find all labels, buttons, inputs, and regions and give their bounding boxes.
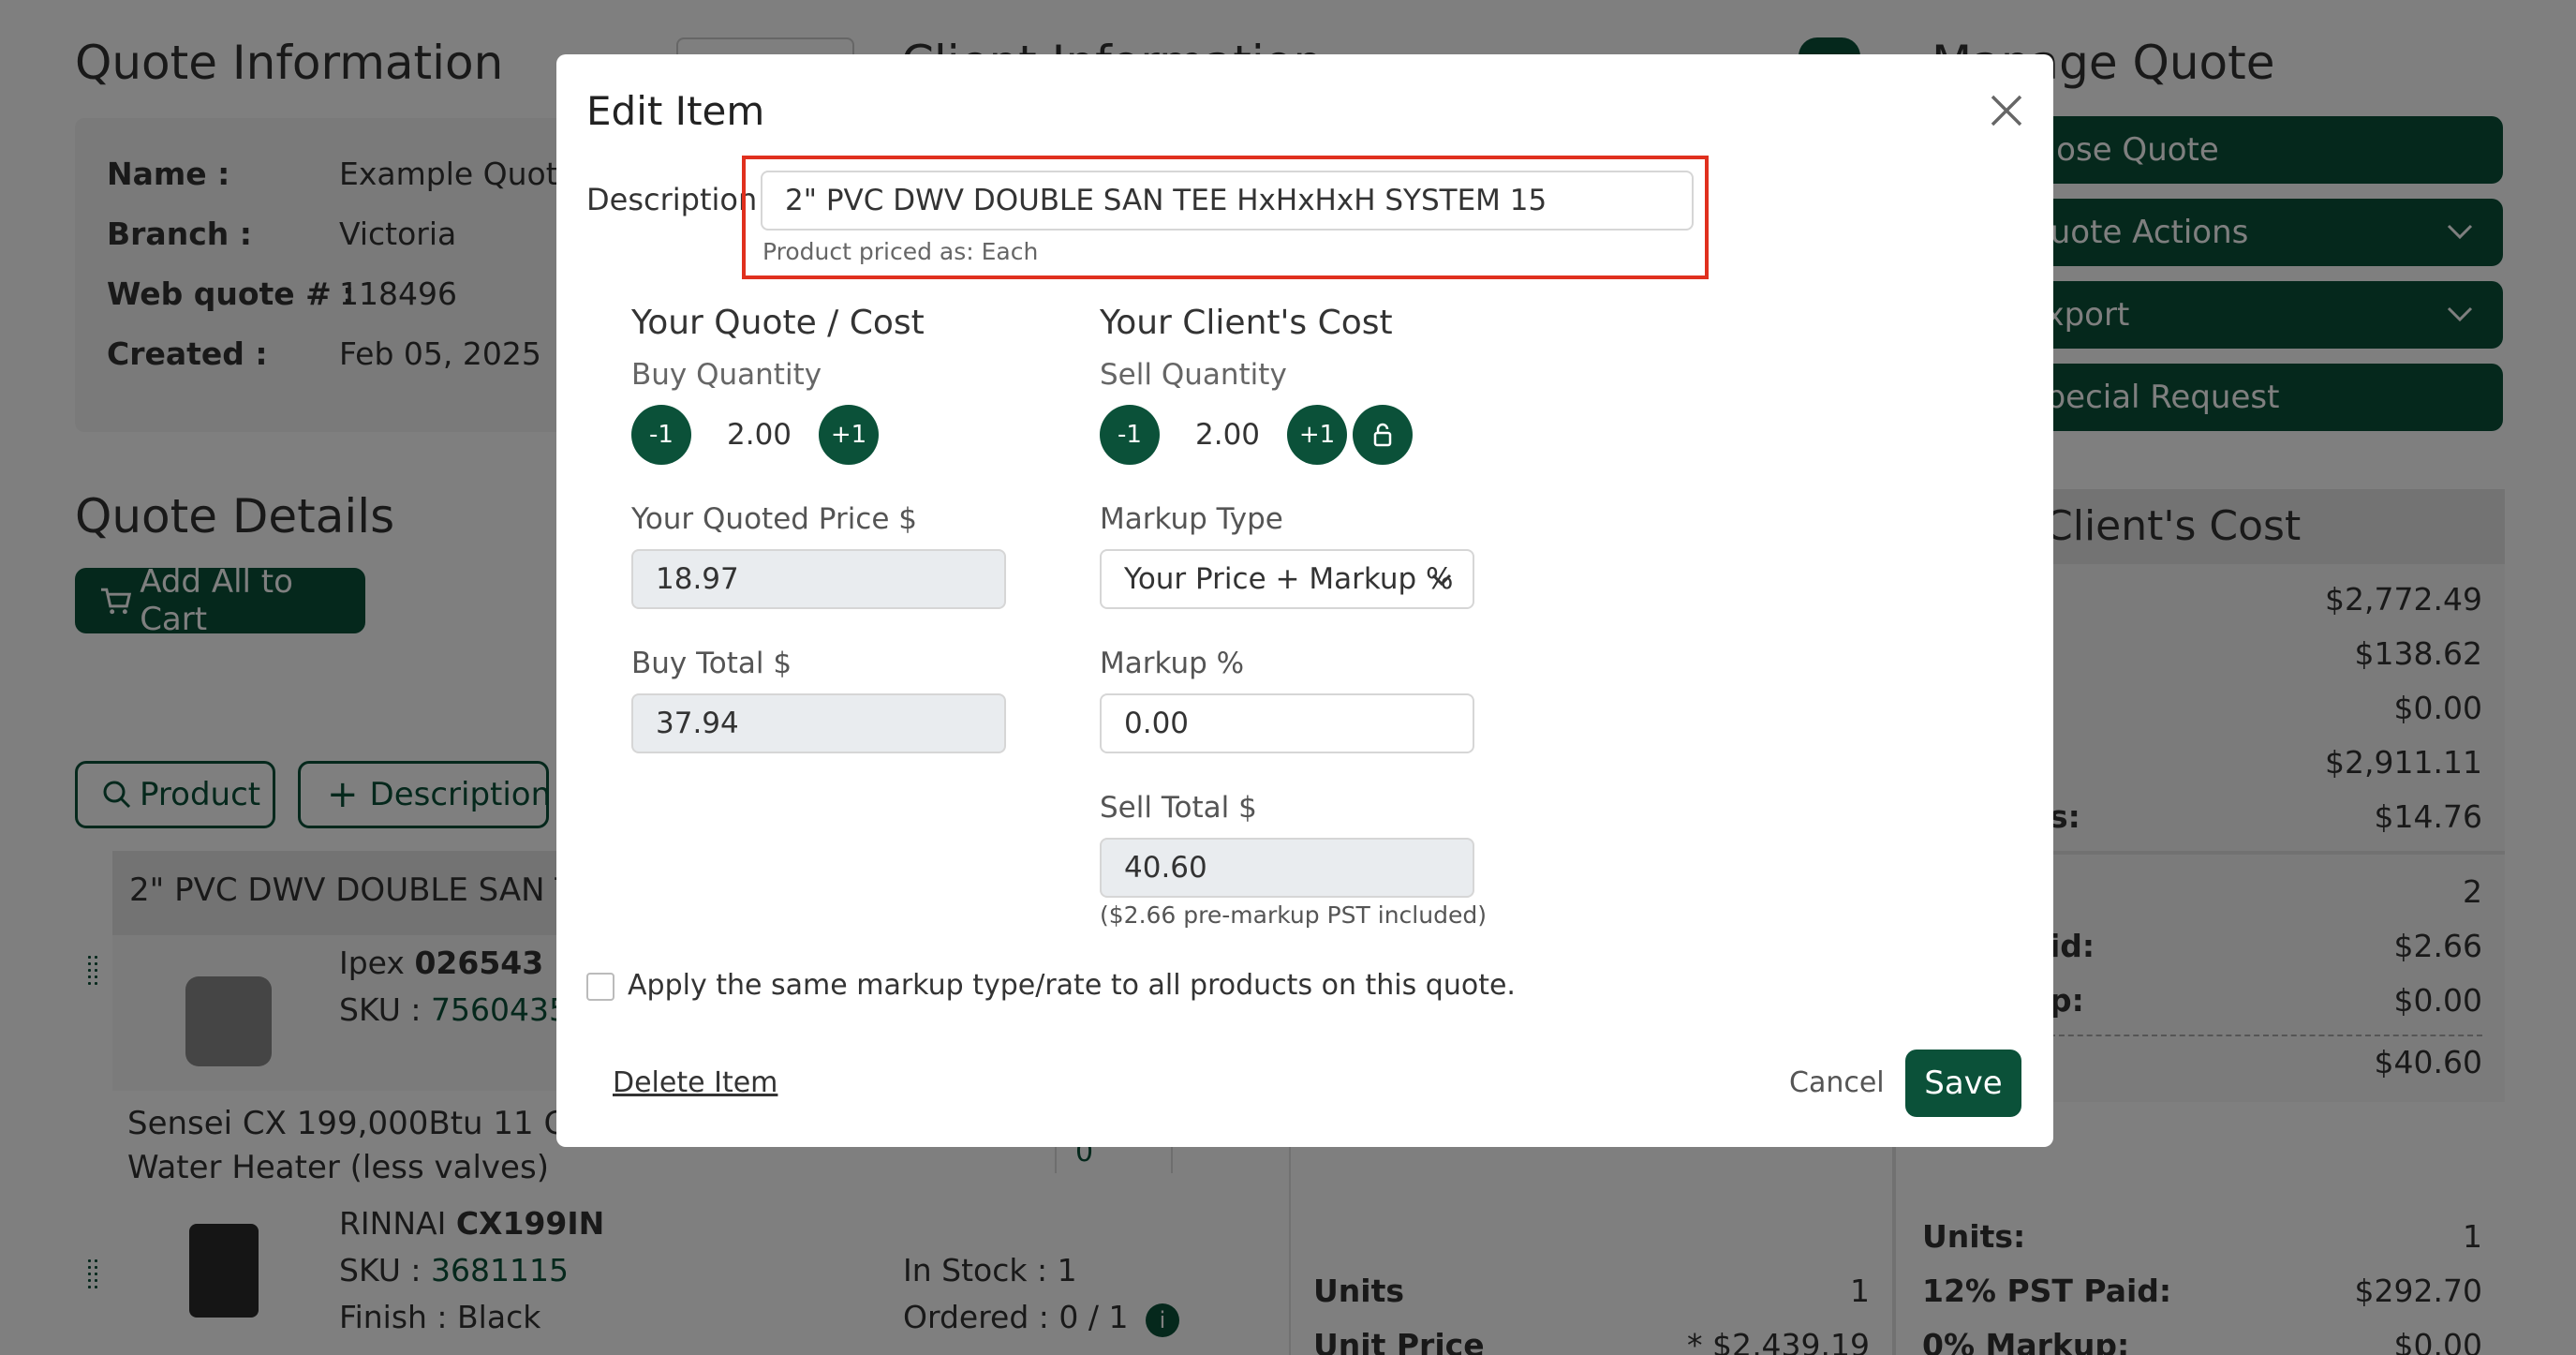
priced-as-note: Product priced as: Each bbox=[762, 238, 1039, 265]
apply-markup-label: Apply the same markup type/rate to all p… bbox=[628, 969, 1516, 1002]
buy-minus-button[interactable]: -1 bbox=[631, 405, 691, 465]
description-label: Description bbox=[586, 182, 758, 217]
description-input[interactable]: 2" PVC DWV DOUBLE SAN TEE HxHxHxH SYSTEM… bbox=[761, 171, 1694, 231]
buy-quantity-value[interactable]: 2.00 bbox=[727, 418, 792, 452]
sell-total-input: 40.60 bbox=[1100, 838, 1474, 898]
markup-type-select[interactable]: Your Price + Markup % bbox=[1100, 549, 1474, 609]
apply-markup-checkbox[interactable] bbox=[586, 973, 614, 1001]
buy-quantity-label: Buy Quantity bbox=[631, 358, 822, 392]
lock-icon bbox=[1373, 423, 1392, 447]
sell-total-note: ($2.66 pre-markup PST included) bbox=[1100, 901, 1487, 929]
modal-title: Edit Item bbox=[586, 88, 765, 134]
sell-plus-button[interactable]: +1 bbox=[1287, 405, 1347, 465]
close-icon[interactable] bbox=[1990, 94, 2023, 127]
buy-total-label: Buy Total $ bbox=[631, 647, 792, 680]
quoted-price-input[interactable]: 18.97 bbox=[631, 549, 1006, 609]
cancel-button[interactable]: Cancel bbox=[1789, 1066, 1885, 1099]
sell-quantity-label: Sell Quantity bbox=[1100, 358, 1287, 392]
edit-item-modal: Edit Item Description 2" PVC DWV DOUBLE … bbox=[556, 54, 2053, 1147]
markup-pct-input[interactable]: 0.00 bbox=[1100, 693, 1474, 753]
save-button[interactable]: Save bbox=[1905, 1050, 2021, 1117]
chevron-down-icon bbox=[1431, 573, 1452, 587]
sell-quantity-value[interactable]: 2.00 bbox=[1195, 418, 1260, 452]
lock-button[interactable] bbox=[1353, 405, 1413, 465]
buy-plus-button[interactable]: +1 bbox=[819, 405, 879, 465]
markup-pct-label: Markup % bbox=[1100, 647, 1245, 680]
buy-total-input: 37.94 bbox=[631, 693, 1006, 753]
description-highlight: 2" PVC DWV DOUBLE SAN TEE HxHxHxH SYSTEM… bbox=[742, 156, 1709, 279]
quoted-price-label: Your Quoted Price $ bbox=[631, 502, 918, 536]
quote-cost-heading: Your Quote / Cost bbox=[631, 304, 925, 342]
sell-total-label: Sell Total $ bbox=[1100, 791, 1257, 825]
client-cost-heading: Your Client's Cost bbox=[1100, 304, 1393, 342]
markup-type-label: Markup Type bbox=[1100, 502, 1283, 536]
delete-item-link[interactable]: Delete Item bbox=[613, 1066, 777, 1099]
sell-minus-button[interactable]: -1 bbox=[1100, 405, 1160, 465]
